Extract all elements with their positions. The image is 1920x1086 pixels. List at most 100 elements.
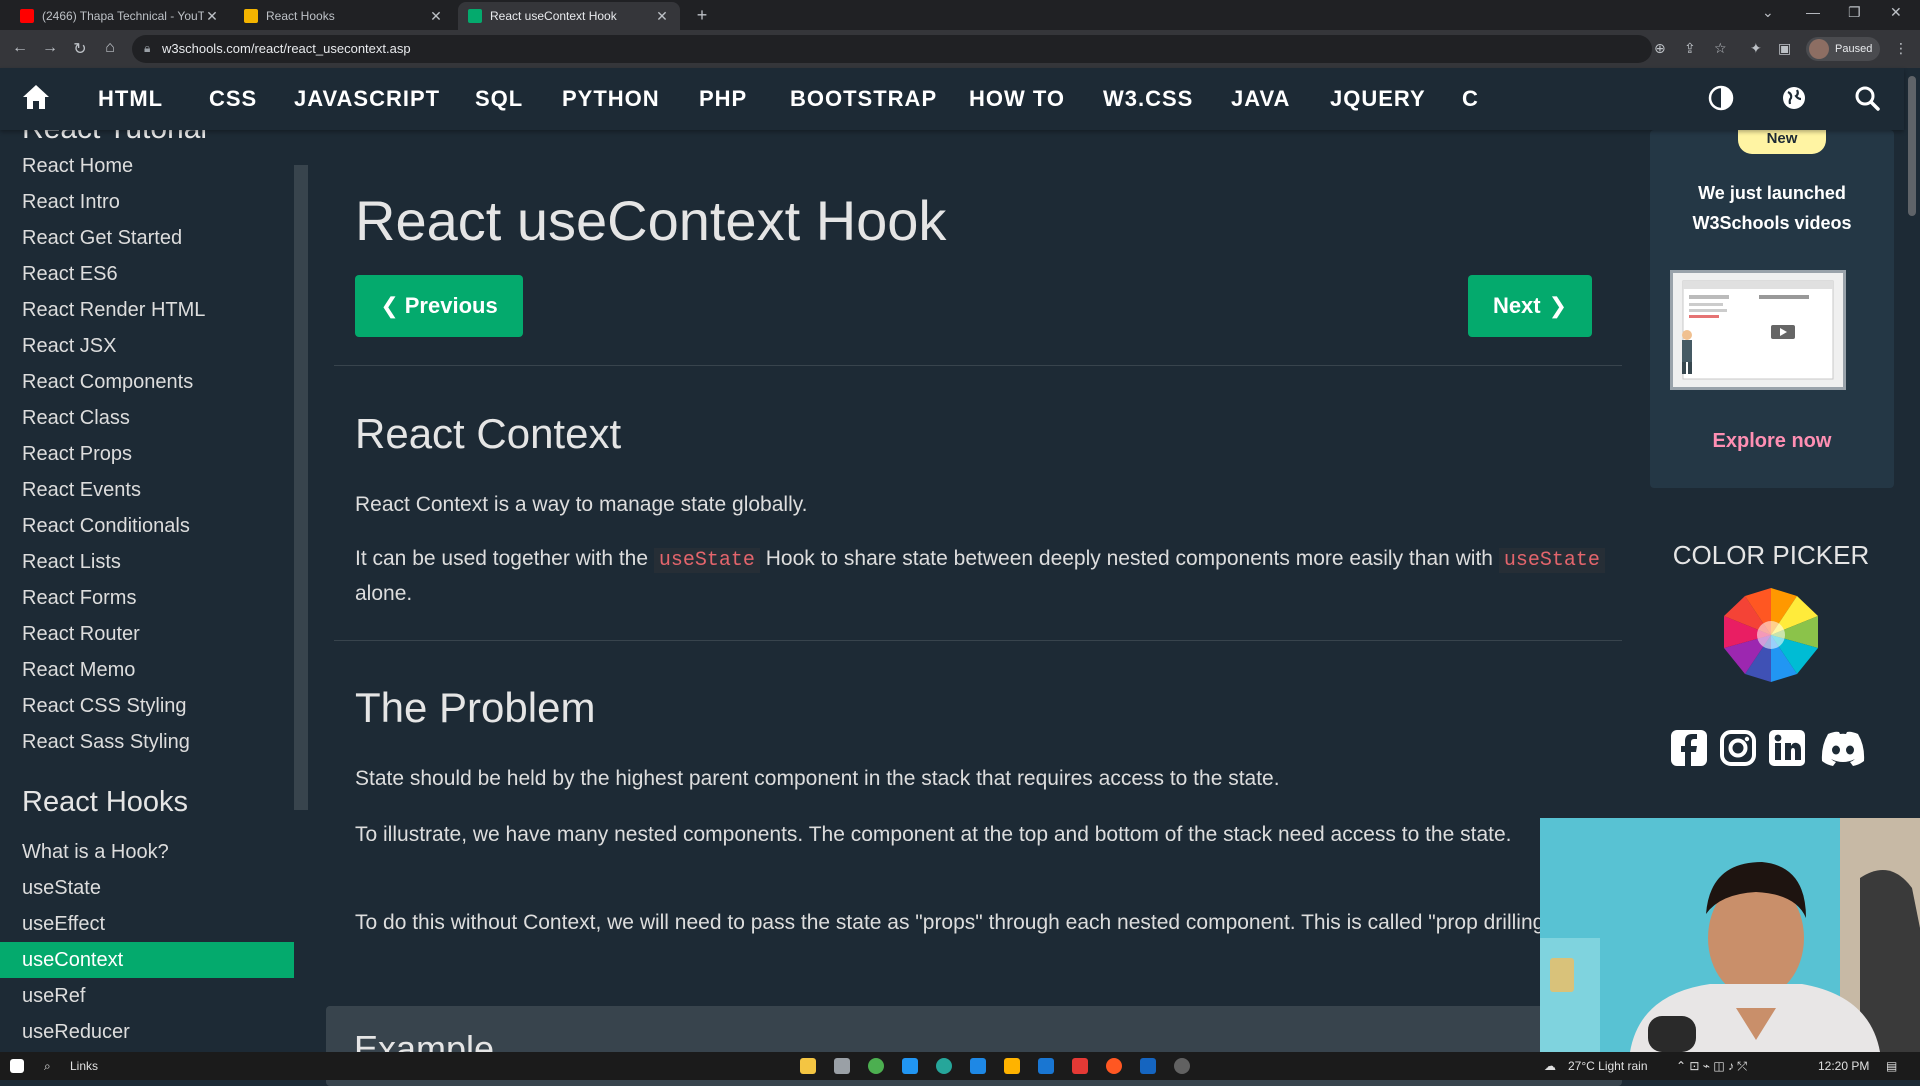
weather-icon[interactable]: ☁ [1544, 1059, 1556, 1073]
app-icon[interactable] [1004, 1058, 1020, 1074]
page-title: React useContext Hook [355, 189, 947, 252]
nav-sql[interactable]: SQL [475, 86, 523, 112]
address-bar[interactable]: 🔒︎ w3schools.com/react/react_usecontext.… [132, 35, 1652, 63]
edge-icon[interactable] [936, 1058, 952, 1074]
weather-text[interactable]: 27°C Light rain [1568, 1059, 1648, 1073]
search-icon[interactable]: ⌕ [44, 1059, 51, 1074]
chrome-icon[interactable] [868, 1058, 884, 1074]
close-tab-icon[interactable]: ✕ [204, 8, 220, 25]
scrollbar-thumb[interactable] [1908, 76, 1916, 216]
previous-label: Previous [404, 293, 498, 318]
sidebar-item-react-intro[interactable]: React Intro [0, 184, 294, 220]
nav-php[interactable]: PHP [699, 86, 747, 112]
browser-tab-react-hooks[interactable]: React Hooks ✕ [234, 2, 454, 30]
share-icon[interactable]: ⇪ [1684, 40, 1696, 57]
home-icon[interactable]: ⌂ [100, 39, 120, 57]
nav-w3css[interactable]: W3.CSS [1103, 86, 1193, 112]
nav-javascript[interactable]: JAVASCRIPT [294, 86, 440, 112]
store-icon[interactable] [970, 1058, 986, 1074]
youtube-icon [20, 9, 34, 23]
sidebar-item-react-events[interactable]: React Events [0, 472, 294, 508]
sidebar-item-react-es6[interactable]: React ES6 [0, 256, 294, 292]
forward-icon[interactable]: → [40, 39, 60, 57]
browser-tab-youtube[interactable]: (2466) Thapa Technical - YouTube ✕ [10, 2, 230, 30]
vscode-icon[interactable] [1038, 1058, 1054, 1074]
sidebar-item-react-jsx[interactable]: React JSX [0, 328, 294, 364]
nav-jquery[interactable]: JQUERY [1330, 86, 1426, 112]
previous-button[interactable]: ❮ Previous [355, 275, 523, 337]
promo-line: W3Schools videos [1692, 213, 1852, 233]
system-tray-icons[interactable]: ⌃ ⊡ ⌁ ◫ ♪ ⤱ [1676, 1059, 1747, 1074]
sidebar-item-react-components[interactable]: React Components [0, 364, 294, 400]
office-icon[interactable] [1072, 1058, 1088, 1074]
close-tab-icon[interactable]: ✕ [428, 8, 444, 25]
sidebar-item-react-get-started[interactable]: React Get Started [0, 220, 294, 256]
sidebar-item-react-forms[interactable]: React Forms [0, 580, 294, 616]
reload-icon[interactable]: ↻ [70, 39, 90, 59]
minimize-button[interactable]: — [1806, 4, 1820, 20]
next-button[interactable]: Next ❯ [1468, 275, 1592, 337]
sidebar-item-react-lists[interactable]: React Lists [0, 544, 294, 580]
search-icon[interactable] [1854, 85, 1880, 111]
sidebar-item-react-memo[interactable]: React Memo [0, 652, 294, 688]
extensions-icon[interactable]: ✦ [1750, 40, 1762, 57]
menu-dots-icon[interactable]: ⋮ [1894, 40, 1908, 57]
contrast-icon[interactable] [1708, 85, 1734, 111]
discord-icon[interactable] [1818, 728, 1868, 768]
sidebar-item-react-class[interactable]: React Class [0, 400, 294, 436]
sidebar-item-react-sass-styling[interactable]: React Sass Styling [0, 724, 294, 760]
tab-search-icon[interactable]: ⌄ [1762, 4, 1774, 21]
nav-java[interactable]: JAVA [1231, 86, 1290, 112]
facebook-icon[interactable] [1669, 728, 1709, 768]
taskbar-search-label[interactable]: Links [70, 1059, 98, 1073]
linkedin-icon[interactable] [1767, 728, 1807, 768]
profile-button[interactable]: Paused [1806, 37, 1880, 61]
app-icon[interactable] [1174, 1058, 1190, 1074]
promo-line: We just launched [1698, 183, 1846, 203]
close-window-button[interactable]: ✕ [1890, 4, 1902, 21]
instagram-icon[interactable] [1718, 728, 1758, 768]
sidebar-item-react-render-html[interactable]: React Render HTML [0, 292, 294, 328]
color-picker-heading[interactable]: COLOR PICKER [1638, 540, 1904, 571]
nav-how-to[interactable]: HOW TO [969, 86, 1065, 112]
windows-start-icon[interactable] [10, 1059, 24, 1073]
nav-c[interactable]: C [1462, 86, 1479, 112]
bookmark-star-icon[interactable]: ☆ [1714, 40, 1727, 57]
back-icon[interactable]: ← [10, 39, 30, 57]
home-icon[interactable] [22, 84, 50, 110]
video-thumbnail[interactable] [1670, 270, 1846, 390]
notifications-icon[interactable]: ▤ [1886, 1059, 1897, 1073]
sidebar-item-usecontext[interactable]: useContext [0, 942, 294, 978]
word-icon[interactable] [1140, 1058, 1156, 1074]
globe-icon[interactable] [1781, 85, 1807, 111]
recording-icon[interactable] [1106, 1058, 1122, 1074]
close-tab-icon[interactable]: ✕ [654, 8, 670, 25]
sidebar-item-react-props[interactable]: React Props [0, 436, 294, 472]
sidebar-item-react-conditionals[interactable]: React Conditionals [0, 508, 294, 544]
sidebar-item-usestate[interactable]: useState [0, 870, 294, 906]
side-panel-icon[interactable]: ▣ [1778, 40, 1791, 57]
sidebar-item-what-is-a-hook[interactable]: What is a Hook? [0, 834, 294, 870]
app-icon[interactable] [834, 1058, 850, 1074]
sidebar-item-react-css-styling[interactable]: React CSS Styling [0, 688, 294, 724]
color-wheel-icon[interactable] [1718, 588, 1824, 682]
sidebar-scrollbar[interactable] [294, 165, 308, 810]
maximize-button[interactable]: ❐ [1848, 4, 1861, 21]
sidebar-item-useref[interactable]: useRef [0, 978, 294, 1014]
sidebar-item-react-router[interactable]: React Router [0, 616, 294, 652]
zoom-icon[interactable]: ⊕ [1654, 40, 1666, 57]
mail-icon[interactable] [902, 1058, 918, 1074]
nav-css[interactable]: CSS [209, 86, 257, 112]
sidebar-item-react-home[interactable]: React Home [0, 148, 294, 184]
sidebar-item-useeffect[interactable]: useEffect [0, 906, 294, 942]
clock-time[interactable]: 12:20 PM [1818, 1059, 1869, 1073]
video-promo-card[interactable]: New We just launched W3Schools videos Ex… [1650, 124, 1894, 488]
explore-now-link[interactable]: Explore now [1650, 430, 1894, 453]
file-explorer-icon[interactable] [800, 1058, 816, 1074]
nav-bootstrap[interactable]: BOOTSTRAP [790, 86, 937, 112]
sidebar-item-usereducer[interactable]: useReducer [0, 1014, 294, 1050]
nav-python[interactable]: PYTHON [562, 86, 660, 112]
nav-html[interactable]: HTML [98, 86, 163, 112]
browser-tab-usecontext[interactable]: React useContext Hook ✕ [458, 2, 680, 30]
new-tab-button[interactable]: + [692, 6, 712, 26]
